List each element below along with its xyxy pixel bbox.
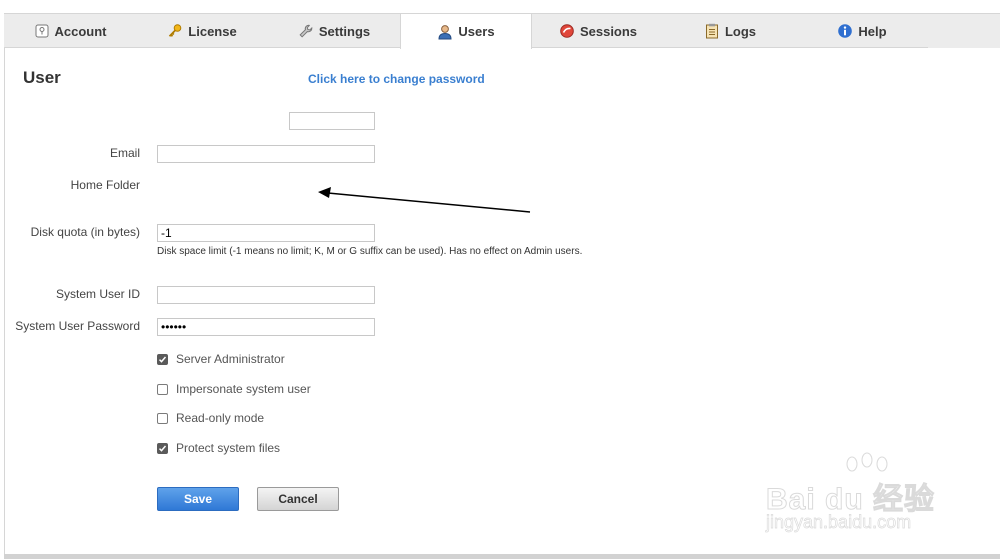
help-icon [837,23,853,39]
checkbox-unchecked[interactable] [157,383,168,395]
baidu-watermark: Bai du 经验 jingyan.baidu.com [765,452,956,542]
tab-settings[interactable]: Settings [268,14,400,48]
account-icon [34,23,50,39]
checkbox-label: Impersonate system user [176,382,311,396]
tab-logs[interactable]: Logs [664,14,796,48]
system-user-id-label: System User ID [55,287,140,301]
checkbox-checked[interactable] [157,353,168,365]
tab-label: Sessions [579,23,638,39]
checkbox-unchecked[interactable] [157,412,168,424]
checkbox-read-only-mode[interactable]: Read-only mode [157,411,264,425]
system-user-id-field[interactable] [157,286,375,304]
system-user-password-field[interactable] [157,318,375,336]
checkbox-checked[interactable] [157,442,168,454]
email-field[interactable] [157,145,375,163]
page-title: User [23,68,61,87]
tab-label: Logs [724,23,757,39]
sessions-icon [559,23,575,39]
home-folder-label: Home Folder [70,178,140,192]
tab-label: Account [54,23,107,39]
system-user-password-label: System User Password [15,319,140,333]
tab-label: Users [458,24,495,39]
wrench-icon [298,23,314,39]
checkbox-label: Server Administrator [176,352,285,366]
cancel-button[interactable]: Cancel [257,487,339,511]
checkbox-label: Read-only mode [176,411,265,425]
checkbox-protect-system-files[interactable]: Protect system files [157,441,280,455]
tab-bar: Account License Settings Users Sessions … [4,13,928,49]
bottom-strip [4,554,1000,559]
disk-quota-label: Disk quota (in bytes) [30,225,140,239]
watermark-url: jingyan.baidu.com [766,512,912,533]
disk-quota-hint: Disk space limit (-1 means no limit; K, … [157,246,583,257]
tab-help[interactable]: Help [796,14,928,48]
key-icon [167,23,183,39]
tab-license[interactable]: License [136,14,268,48]
tab-label: License [188,23,237,39]
change-password-link[interactable]: Click here to change password [308,72,485,86]
tab-sessions[interactable]: Sessions [532,14,664,48]
checkbox-label: Protect system files [176,441,281,455]
checkbox-server-administrator[interactable]: Server Administrator [157,352,285,366]
user-icon [437,24,453,40]
annotation-arrow-icon [318,187,531,213]
logs-icon [704,23,720,39]
tab-users[interactable]: Users [400,14,532,49]
username-input[interactable] [289,112,375,130]
disk-quota-field[interactable] [157,224,375,242]
tab-label: Help [858,23,887,39]
tab-account[interactable]: Account [4,14,136,48]
checkbox-impersonate-system-user[interactable]: Impersonate system user [157,382,311,396]
tab-bar-filler [928,13,1000,48]
save-button[interactable]: Save [157,487,239,511]
email-label: Email [109,146,140,160]
tab-label: Settings [318,23,371,39]
